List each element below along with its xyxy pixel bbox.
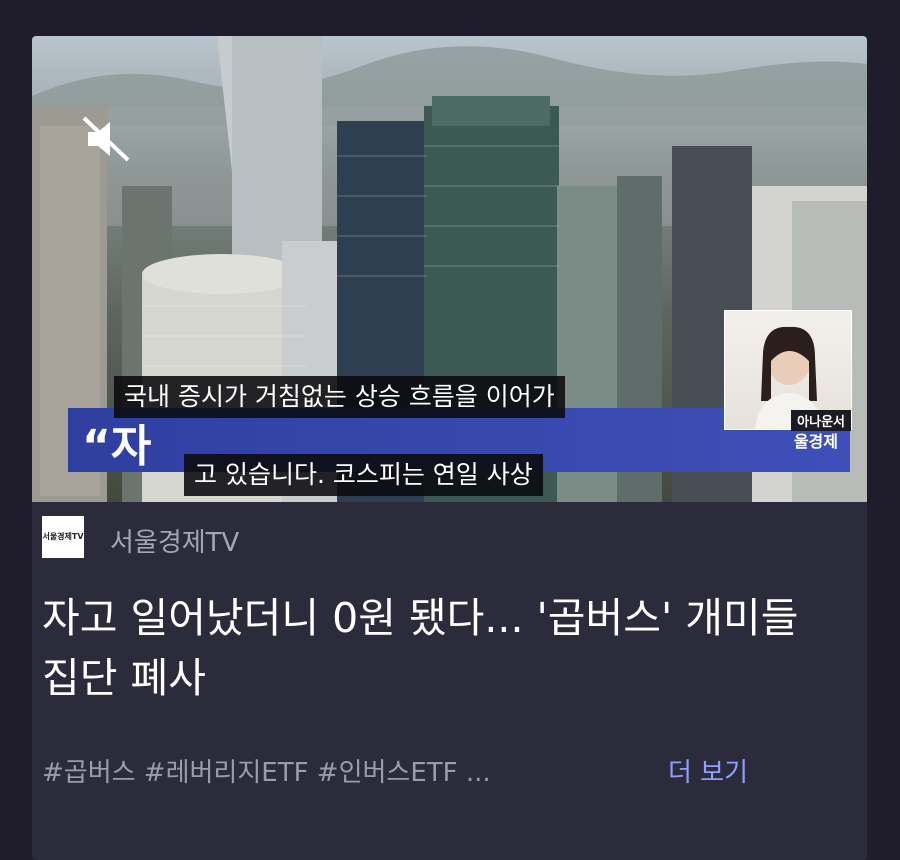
anchor-inset: 아나운서 — [724, 310, 852, 431]
channel-name[interactable]: 서울경제TV — [110, 522, 239, 559]
subtitle-line-2: 고 있습니다. 코스피는 연일 사상 — [184, 454, 543, 496]
anchor-label: 아나운서 — [791, 410, 851, 431]
lower-third-quote: “자 — [82, 421, 152, 472]
lower-third-brand: 울경제 — [793, 432, 838, 451]
channel-logo[interactable]: 서울경제TV — [42, 516, 84, 558]
more-button[interactable]: 더 보기 — [668, 752, 748, 789]
news-card[interactable]: “자 울경제 아나운서 국내 증시가 거침없는 상승 흐름을 이어가 고 있습니… — [32, 36, 867, 860]
hashtag-list[interactable]: #곱버스 #레버리지ETF #인버스ETF ... — [42, 752, 491, 789]
subtitle-line-1: 국내 증시가 거침없는 상승 흐름을 이어가 — [114, 376, 565, 418]
article-title[interactable]: 자고 일어났더니 0원 됐다... '곱버스' 개미들 집단 폐사 — [42, 588, 802, 708]
speaker-muted-icon[interactable] — [80, 114, 134, 164]
video-player[interactable]: “자 울경제 아나운서 국내 증시가 거침없는 상승 흐름을 이어가 고 있습니… — [32, 36, 867, 502]
